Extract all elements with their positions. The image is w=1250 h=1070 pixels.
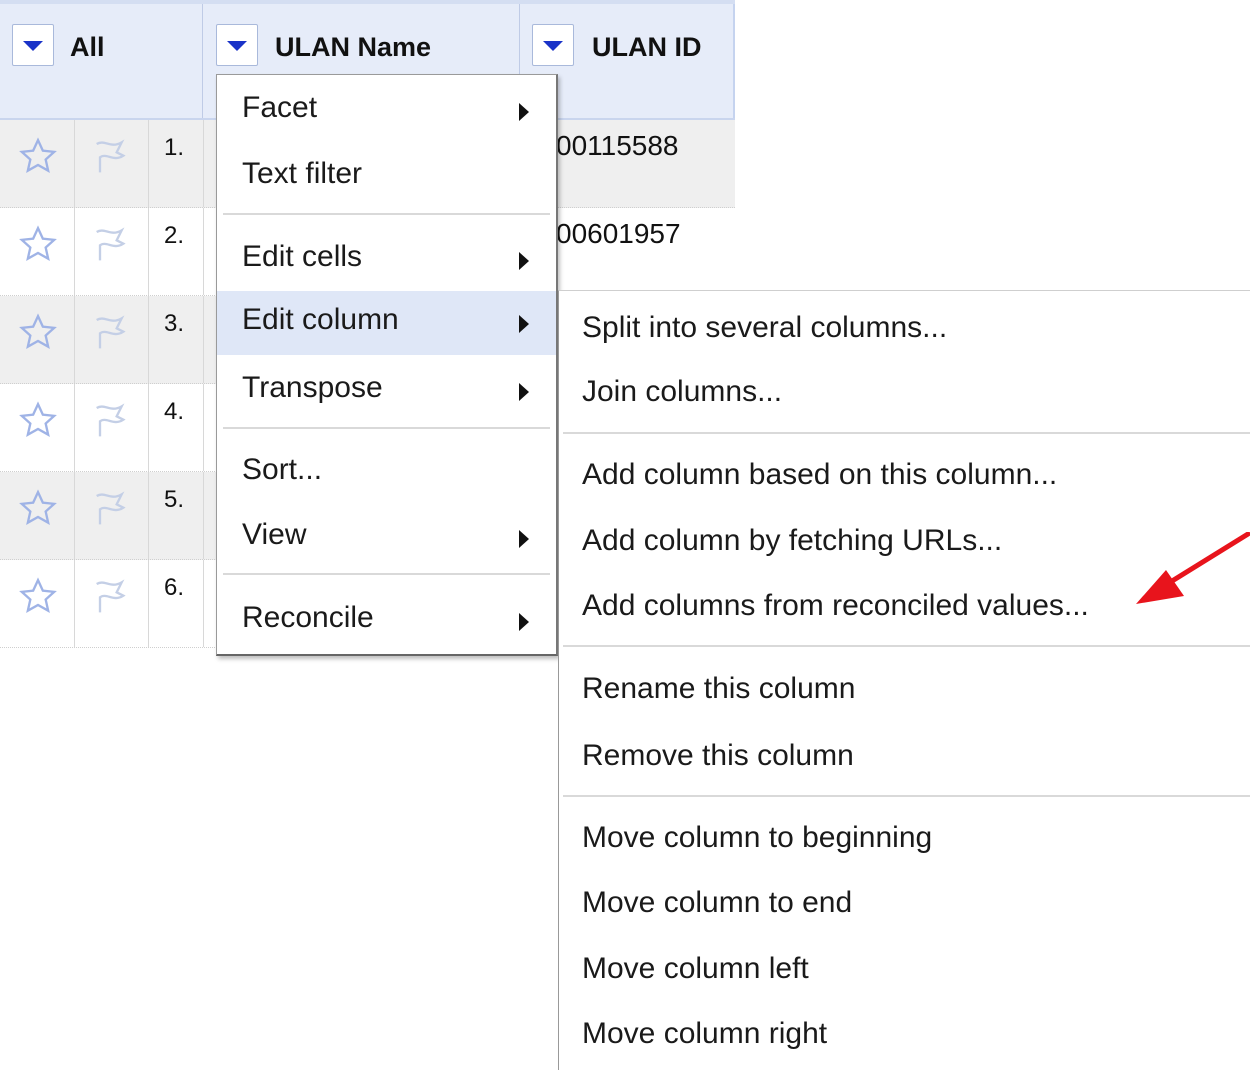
flag-icon[interactable]	[90, 310, 130, 350]
submenu-arrow-icon	[519, 315, 529, 333]
ulan-name-dropdown-button[interactable]	[216, 24, 258, 66]
all-column-label: All	[70, 32, 105, 62]
star-icon[interactable]	[18, 576, 58, 616]
menu-item-text-filter[interactable]: Text filter	[217, 145, 556, 205]
menu-separator	[223, 427, 550, 429]
submenu-arrow-icon	[519, 383, 529, 401]
menu-separator	[223, 213, 550, 215]
menu-item-move-right[interactable]: Move column right	[559, 1005, 1250, 1065]
menu-separator	[563, 432, 1250, 434]
flag-icon[interactable]	[90, 222, 130, 262]
ulan-name-column-label: ULAN Name	[275, 32, 432, 62]
all-dropdown-button[interactable]	[12, 24, 54, 66]
row-number: 2.	[164, 222, 185, 249]
submenu-arrow-icon	[519, 103, 529, 121]
column-dropdown-menu: Facet Text filter Edit cells Edit column…	[216, 74, 558, 656]
row-number: 5.	[164, 486, 185, 513]
ulan-id-cell[interactable]: 00115588	[556, 130, 679, 162]
red-arrow-icon	[1136, 532, 1250, 604]
menu-item-rename-column[interactable]: Rename this column	[559, 660, 1250, 720]
menu-item-reconcile[interactable]: Reconcile	[217, 589, 556, 649]
flag-icon[interactable]	[90, 398, 130, 438]
star-icon[interactable]	[18, 488, 58, 528]
star-icon[interactable]	[18, 136, 58, 176]
menu-item-move-left[interactable]: Move column left	[559, 940, 1250, 1000]
menu-item-edit-column[interactable]: Edit column	[217, 291, 556, 355]
flag-icon[interactable]	[90, 574, 130, 614]
row-number: 3.	[164, 310, 185, 337]
row-number: 1.	[164, 134, 185, 161]
submenu-arrow-icon	[519, 613, 529, 631]
ulan-id-cell[interactable]: 00601957	[556, 218, 681, 250]
column-header-all: All	[0, 4, 203, 118]
menu-item-edit-cells[interactable]: Edit cells	[217, 228, 556, 288]
menu-item-remove-column[interactable]: Remove this column	[559, 727, 1250, 787]
menu-item-move-end[interactable]: Move column to end	[559, 874, 1250, 934]
menu-item-join-columns[interactable]: Join columns...	[559, 363, 1250, 423]
menu-item-split-columns[interactable]: Split into several columns...	[559, 299, 1250, 359]
row-number: 6.	[164, 574, 185, 601]
ulan-id-column-label: ULAN ID	[592, 32, 702, 62]
row-number: 4.	[164, 398, 185, 425]
menu-item-facet[interactable]: Facet	[217, 79, 556, 139]
submenu-arrow-icon	[519, 530, 529, 548]
flag-icon[interactable]	[90, 486, 130, 526]
flag-icon[interactable]	[90, 134, 130, 174]
menu-item-view[interactable]: View	[217, 506, 556, 566]
ulan-id-dropdown-button[interactable]	[532, 24, 574, 66]
menu-item-add-column-based[interactable]: Add column based on this column...	[559, 446, 1250, 506]
star-icon[interactable]	[18, 312, 58, 352]
menu-separator	[563, 645, 1250, 647]
menu-item-move-beginning[interactable]: Move column to beginning	[559, 809, 1250, 869]
star-icon[interactable]	[18, 400, 58, 440]
menu-item-sort[interactable]: Sort...	[217, 441, 556, 501]
menu-separator	[223, 573, 550, 575]
submenu-arrow-icon	[519, 252, 529, 270]
menu-item-transpose[interactable]: Transpose	[217, 359, 556, 419]
star-icon[interactable]	[18, 224, 58, 264]
menu-separator	[563, 795, 1250, 797]
edit-column-submenu: Split into several columns... Join colum…	[558, 290, 1250, 1070]
